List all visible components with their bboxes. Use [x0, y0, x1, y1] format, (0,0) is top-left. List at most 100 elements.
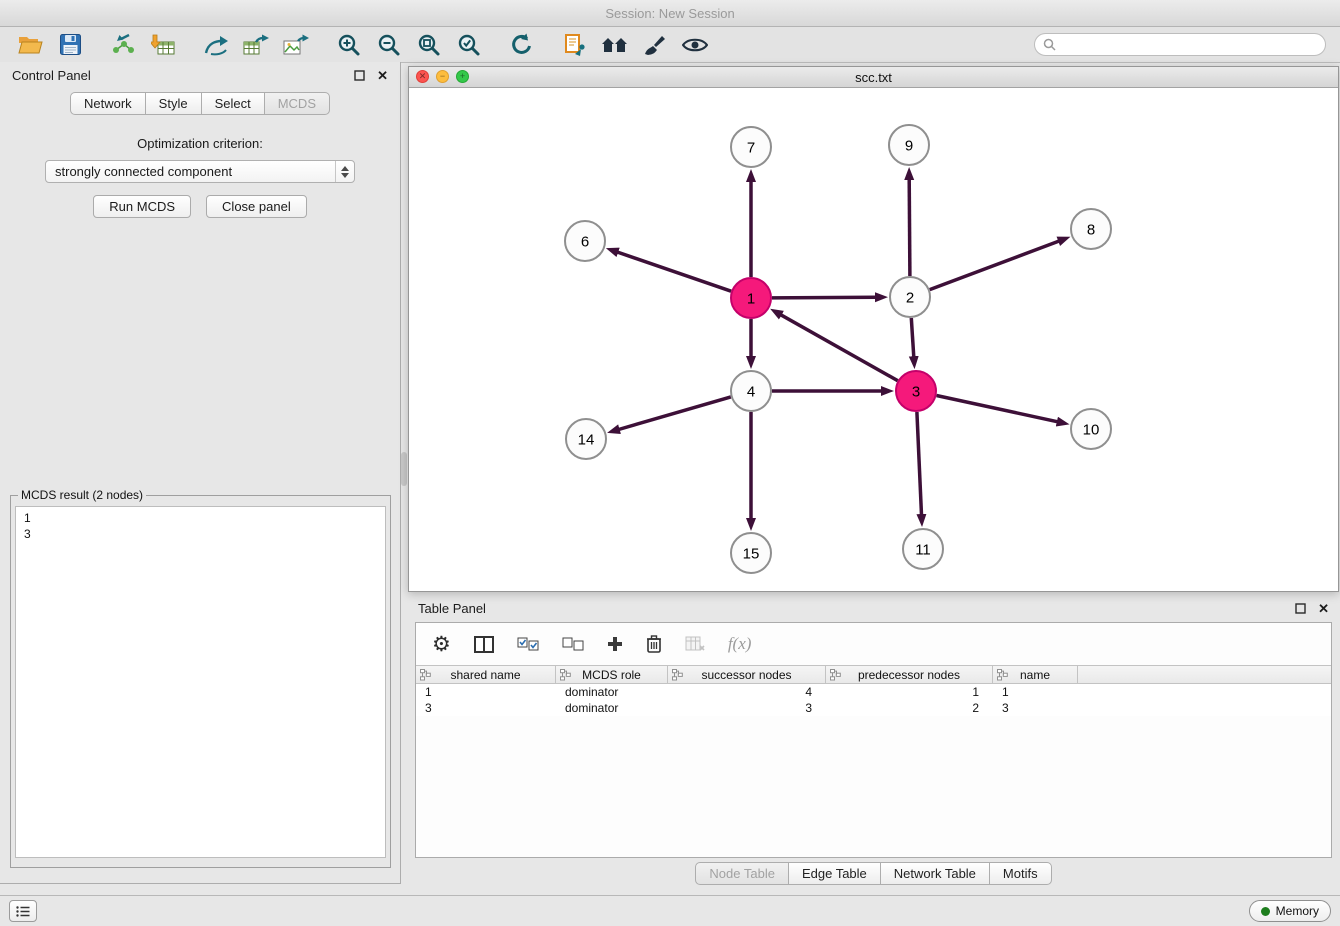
close-control-panel-icon[interactable]: ✕ [377, 69, 388, 82]
table-cell[interactable]: 3 [993, 701, 1078, 715]
tab-node-table[interactable]: Node Table [695, 862, 789, 885]
table-cell[interactable]: 2 [826, 701, 993, 715]
select-all-columns-button[interactable] [517, 637, 539, 652]
edge-3-10[interactable] [937, 396, 1058, 422]
function-builder-button[interactable]: f(x) [728, 634, 752, 654]
edge-2-9[interactable] [909, 179, 910, 276]
search-field[interactable] [1034, 33, 1326, 56]
export-network-button[interactable] [196, 29, 236, 61]
tab-network[interactable]: Network [70, 92, 146, 115]
graph-node-8[interactable]: 8 [1071, 209, 1111, 249]
refresh-button[interactable] [502, 29, 542, 61]
zoom-out-button[interactable] [369, 29, 409, 61]
save-icon [60, 34, 81, 55]
style-button[interactable] [635, 29, 675, 61]
mcds-result-box: MCDS result (2 nodes) 1 3 [10, 488, 391, 868]
edge-4-14[interactable] [619, 397, 731, 430]
edge-3-11[interactable] [917, 412, 922, 515]
import-network-button[interactable] [103, 29, 143, 61]
graph-node-7[interactable]: 7 [731, 127, 771, 167]
run-mcds-button[interactable]: Run MCDS [93, 195, 191, 218]
close-table-panel-icon[interactable]: ✕ [1318, 602, 1329, 615]
table-cell[interactable]: 1 [826, 685, 993, 699]
float-table-panel-icon[interactable] [1295, 603, 1306, 614]
edge-2-8[interactable] [930, 241, 1059, 290]
zoom-selected-button[interactable] [449, 29, 489, 61]
table-cell[interactable]: dominator [556, 701, 668, 715]
graph-node-3[interactable]: 3 [896, 371, 936, 411]
table-cell[interactable]: 1 [416, 685, 556, 699]
table-cell[interactable]: 3 [416, 701, 556, 715]
import-table-button[interactable] [143, 29, 183, 61]
tab-edge-table[interactable]: Edge Table [788, 862, 881, 885]
graph-node-11[interactable]: 11 [903, 529, 943, 569]
table-row-0[interactable]: 1dominator411 [416, 684, 1331, 700]
node-label: 15 [743, 546, 760, 563]
node-label: 4 [747, 384, 755, 401]
table-cell[interactable]: 3 [668, 701, 826, 715]
graph-node-10[interactable]: 10 [1071, 409, 1111, 449]
export-table-icon [243, 34, 269, 56]
graph-node-4[interactable]: 4 [731, 371, 771, 411]
add-column-button[interactable] [607, 636, 623, 652]
column-header-successor-nodes[interactable]: successor nodes [668, 666, 826, 683]
sort-icon [830, 669, 841, 681]
float-panel-icon[interactable] [354, 70, 365, 81]
column-header-name[interactable]: name [993, 666, 1078, 683]
main-toolbar [0, 27, 1340, 63]
layout-button[interactable] [595, 29, 635, 61]
memory-button[interactable]: Memory [1249, 900, 1331, 922]
column-header-shared-name[interactable]: shared name [416, 666, 556, 683]
table-cell[interactable]: 1 [993, 685, 1078, 699]
open-session-button[interactable] [10, 29, 50, 61]
window-titlebar: Session: New Session [0, 0, 1340, 27]
control-panel-header: Control Panel ✕ [0, 62, 400, 89]
tab-style[interactable]: Style [145, 92, 202, 115]
table-cell[interactable]: dominator [556, 685, 668, 699]
graph-node-9[interactable]: 9 [889, 125, 929, 165]
column-header-MCDS-role[interactable]: MCDS role [556, 666, 668, 683]
tab-mcds[interactable]: MCDS [264, 92, 330, 115]
criterion-dropdown[interactable]: strongly connected component [45, 160, 355, 183]
export-image-button[interactable] [276, 29, 316, 61]
delete-column-button[interactable] [646, 635, 662, 653]
graph-node-15[interactable]: 15 [731, 533, 771, 573]
table-cell[interactable]: 4 [668, 685, 826, 699]
tab-network-table[interactable]: Network Table [880, 862, 990, 885]
search-input[interactable] [1061, 38, 1317, 52]
graph-node-6[interactable]: 6 [565, 221, 605, 261]
edge-1-2[interactable] [772, 297, 876, 298]
table-settings-button[interactable]: ⚙ [432, 634, 451, 655]
column-header-predecessor-nodes[interactable]: predecessor nodes [826, 666, 993, 683]
control-panel-title: Control Panel [12, 68, 91, 83]
mcds-result-text[interactable]: 1 3 [15, 506, 386, 858]
close-window-button[interactable]: ✕ [416, 70, 429, 83]
show-details-button[interactable] [675, 29, 715, 61]
save-session-button[interactable] [50, 29, 90, 61]
first-neighbors-button[interactable] [555, 29, 595, 61]
tab-motifs[interactable]: Motifs [989, 862, 1052, 885]
zoom-in-button[interactable] [329, 29, 369, 61]
zoom-fit-button[interactable] [409, 29, 449, 61]
maximize-window-button[interactable]: + [456, 70, 469, 83]
deselect-all-columns-button[interactable] [562, 637, 584, 652]
node-label: 1 [747, 291, 755, 308]
graph-node-14[interactable]: 14 [566, 419, 606, 459]
network-canvas-svg[interactable]: 7 9 6 8 1 2 4 3 14 10 15 11 [409, 88, 1338, 591]
network-scrollbar-thumb[interactable] [401, 452, 407, 486]
edge-3-1[interactable] [781, 315, 898, 381]
edge-1-6[interactable] [617, 252, 731, 291]
minimize-window-button[interactable]: − [436, 70, 449, 83]
show-columns-button[interactable] [474, 636, 494, 653]
graph-node-2[interactable]: 2 [890, 277, 930, 317]
graph-node-1[interactable]: 1 [731, 278, 771, 318]
table-row-1[interactable]: 3dominator323 [416, 700, 1331, 716]
tab-select[interactable]: Select [201, 92, 265, 115]
import-network-icon [111, 33, 135, 56]
network-window-titlebar[interactable]: ✕ − + scc.txt [409, 67, 1338, 88]
close-panel-button[interactable]: Close panel [206, 195, 307, 218]
node-label: 10 [1083, 422, 1100, 439]
edge-2-3[interactable] [911, 318, 914, 357]
export-table-button[interactable] [236, 29, 276, 61]
task-history-button[interactable] [9, 900, 37, 922]
